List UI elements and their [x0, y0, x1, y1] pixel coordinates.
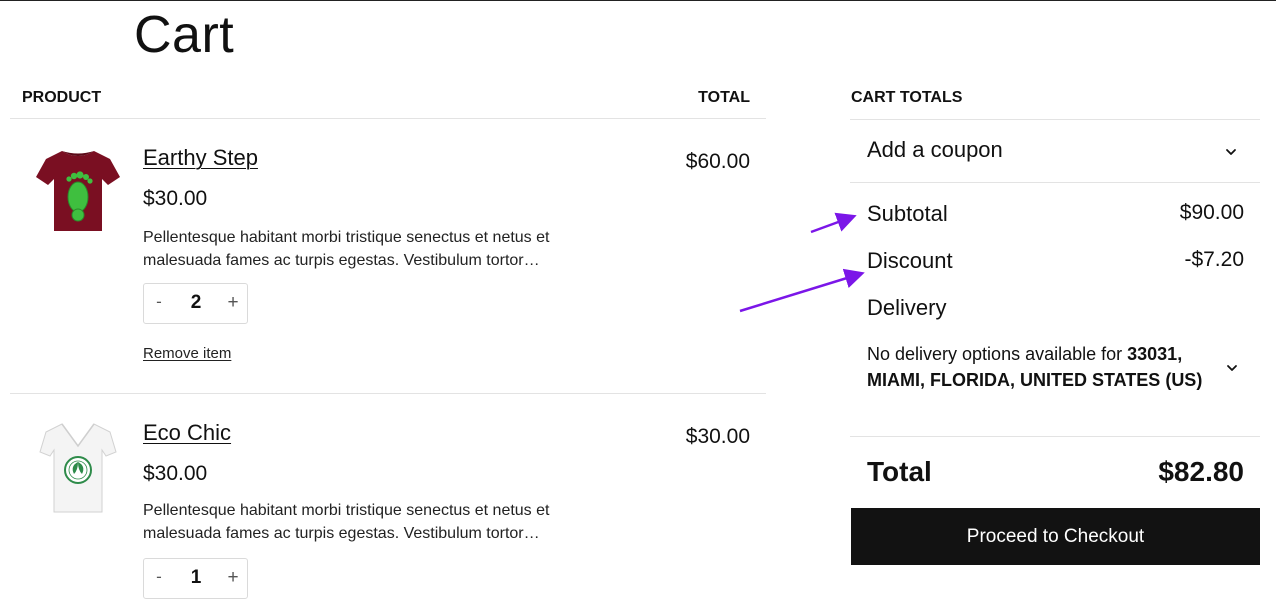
total-value: $82.80: [1158, 456, 1244, 487]
add-coupon-toggle[interactable]: Add a coupon: [850, 120, 1260, 182]
product-thumbnail-earthy-step[interactable]: [34, 143, 120, 243]
delivery-message-text: No delivery options available for: [867, 344, 1128, 364]
product-description: Pellentesque habitant morbi tristique se…: [143, 502, 550, 542]
chevron-down-icon: [1226, 149, 1236, 155]
delivery-label: Delivery: [867, 295, 947, 320]
cart-item: Earthy Step $30.00 Pellentesque habitant…: [10, 119, 766, 394]
line-total: $30.00: [685, 425, 750, 448]
quantity-input[interactable]: 1: [180, 567, 212, 589]
quantity-stepper: - 2 +: [143, 283, 248, 324]
subtotal-value: $90.00: [1179, 201, 1244, 224]
quantity-increase-button[interactable]: +: [225, 567, 241, 589]
product-unit-price: $30.00: [143, 462, 208, 485]
product-name-link[interactable]: Eco Chic: [143, 420, 231, 446]
coupon-label: Add a coupon: [867, 137, 1003, 162]
product-name-link[interactable]: Earthy Step: [143, 145, 258, 171]
chevron-down-icon[interactable]: [1225, 361, 1239, 375]
proceed-to-checkout-button[interactable]: Proceed to Checkout: [851, 508, 1260, 565]
arrow-to-subtotal: [810, 212, 857, 234]
divider: [850, 436, 1260, 437]
product-thumbnail-eco-chic[interactable]: [34, 418, 120, 518]
quantity-decrease-button[interactable]: -: [152, 567, 166, 587]
quantity-increase-button[interactable]: +: [225, 292, 241, 314]
cart-totals-title: CART TOTALS: [851, 89, 963, 106]
remove-item-link[interactable]: Remove item: [143, 345, 231, 362]
column-header-product: PRODUCT: [22, 89, 102, 106]
cart-item: Eco Chic $30.00 Pellentesque habitant mo…: [10, 394, 766, 604]
subtotal-label: Subtotal: [867, 201, 948, 226]
discount-label: Discount: [867, 248, 953, 273]
product-unit-price: $30.00: [143, 187, 208, 210]
divider: [850, 182, 1260, 183]
delivery-message: No delivery options available for 33031,…: [867, 341, 1217, 393]
cart-table-header: PRODUCT TOTAL: [10, 87, 766, 119]
quantity-input[interactable]: 2: [180, 292, 212, 314]
quantity-stepper: - 1 +: [143, 558, 248, 599]
discount-value: -$7.20: [1184, 248, 1244, 271]
line-total: $60.00: [685, 150, 750, 173]
product-description: Pellentesque habitant morbi tristique se…: [143, 229, 550, 269]
quantity-decrease-button[interactable]: -: [152, 292, 166, 312]
column-header-total: TOTAL: [698, 89, 750, 106]
total-label: Total: [867, 456, 932, 487]
page-title: Cart: [134, 6, 235, 64]
